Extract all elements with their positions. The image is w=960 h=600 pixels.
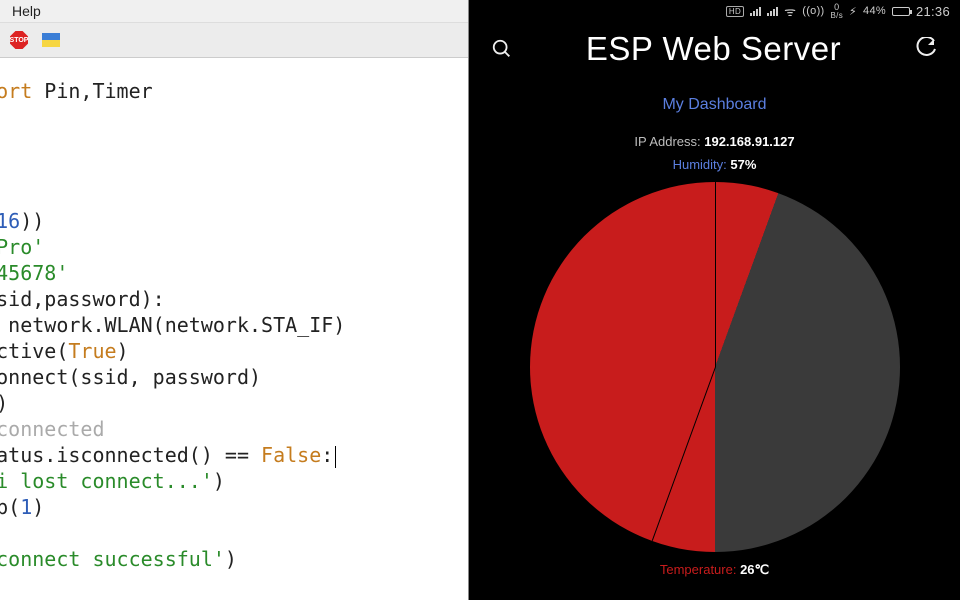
code-editor[interactable]: import Pin,Timer t in(16)) 50 Pro' 12345… <box>0 58 468 600</box>
phone-status-bar: HD ᯤ ((o)) 0 B/s ⚡︎ 44% 21:36 <box>469 0 960 22</box>
code-text: ) <box>0 391 8 415</box>
battery-icon <box>892 7 910 16</box>
clock: 21:36 <box>916 4 950 19</box>
pie-chart-wrap <box>469 182 960 552</box>
code-text: s.connect(ssid, password) <box>0 365 261 389</box>
code-text: t(ssid,password): <box>0 287 165 311</box>
code-string: Wifi lost connect...' <box>0 469 213 493</box>
code-text: Pin,Timer <box>32 79 152 103</box>
code-text: s = network.WLAN(network.STA_IF) <box>0 313 345 337</box>
code-text: leep( <box>0 495 20 519</box>
signal-icon <box>767 6 778 16</box>
code-string: fi connect successful' <box>0 547 225 571</box>
code-text: ) <box>32 495 44 519</box>
code-string: 50 Pro' <box>0 235 44 259</box>
code-text: : <box>321 443 333 467</box>
dashboard-title: My Dashboard <box>469 96 960 114</box>
code-keyword: False <box>261 443 321 467</box>
hotspot-icon: ((o)) <box>802 5 824 17</box>
code-text: s.active( <box>0 339 68 363</box>
bluetooth-icon: ⚡︎ <box>849 5 857 18</box>
refresh-icon[interactable] <box>914 37 938 61</box>
ide-pane: Help STOP import Pin,Timer t in(16)) 50 … <box>0 0 469 600</box>
page-title: ESP Web Server <box>513 30 914 68</box>
signal-icon <box>750 6 761 16</box>
code-keyword: import <box>0 79 32 103</box>
search-icon[interactable] <box>491 38 513 60</box>
code-text: ) <box>213 469 225 493</box>
ip-value: 192.168.91.127 <box>704 134 794 149</box>
battery-percent: 44% <box>863 5 886 17</box>
code-keyword: True <box>68 339 116 363</box>
app-bar: ESP Web Server <box>469 22 960 74</box>
temperature-value: 26℃ <box>740 562 769 577</box>
temperature-line: Temperature: 26℃ <box>469 562 960 584</box>
wifi-icon: ᯤ <box>784 2 796 20</box>
code-number: 16 <box>0 209 20 233</box>
humidity-pie-chart <box>530 182 900 552</box>
humidity-label: Humidity: <box>673 157 731 172</box>
code-text: ) <box>225 547 237 571</box>
menu-bar: Help <box>0 0 468 23</box>
toolbar: STOP <box>0 23 468 58</box>
humidity-line: Humidity: 57% <box>469 157 960 172</box>
phone-screen: HD ᯤ ((o)) 0 B/s ⚡︎ 44% 21:36 ESP Web Se… <box>469 0 960 600</box>
temperature-label: Temperature: <box>660 562 740 577</box>
code-text: )) <box>20 209 44 233</box>
menu-help[interactable]: Help <box>12 3 41 19</box>
ip-label: IP Address: <box>634 134 704 149</box>
code-text: _status.isconnected() == <box>0 443 261 467</box>
hd-badge-icon: HD <box>726 6 744 17</box>
humidity-value: 57% <box>730 157 756 172</box>
code-text: ) <box>117 339 129 363</box>
code-number: 1 <box>20 495 32 519</box>
stop-icon[interactable]: STOP <box>10 31 28 49</box>
ip-address-line: IP Address: 192.168.91.127 <box>469 134 960 149</box>
text-cursor <box>335 446 336 468</box>
net-speed: 0 B/s <box>831 3 843 20</box>
code-comment: fi connected <box>0 417 105 441</box>
ukraine-flag-icon[interactable] <box>42 33 60 47</box>
code-string: 12345678' <box>0 261 68 285</box>
